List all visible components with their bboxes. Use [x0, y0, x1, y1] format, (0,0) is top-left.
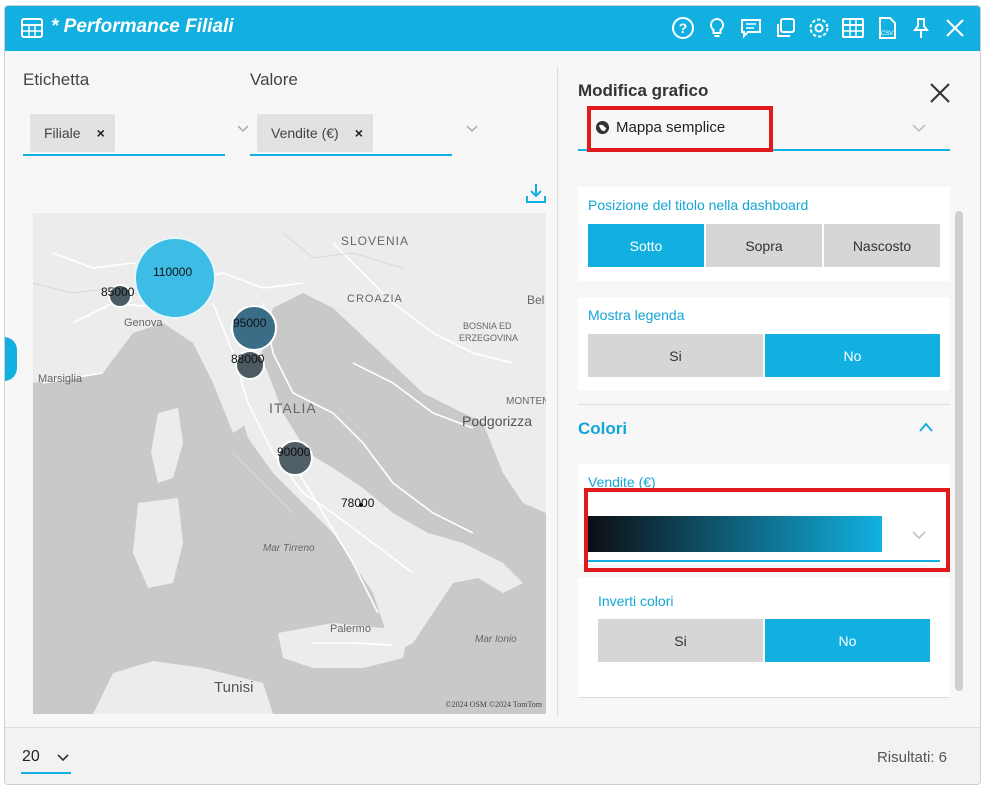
- bubble-map[interactable]: SLOVENIA CROAZIA BOSNIA ED ERZEGOVINA Ge…: [33, 213, 546, 714]
- map-label-montenegro: MONTENE: [506, 396, 546, 407]
- panel-scrollbar[interactable]: [955, 211, 963, 691]
- highlight-box: [584, 488, 950, 572]
- map-label-palermo: Palermo: [330, 623, 371, 635]
- title-position-card: Posizione del titolo nella dashboard Sot…: [578, 187, 950, 281]
- section-divider: [578, 404, 950, 405]
- gear-icon[interactable]: [806, 14, 832, 42]
- legend-yes-button[interactable]: Si: [588, 334, 763, 377]
- title-position-above-button[interactable]: Sopra: [706, 224, 822, 267]
- label-chip: Filiale ×: [30, 114, 115, 152]
- chevron-up-icon[interactable]: [918, 421, 934, 433]
- lightbulb-icon[interactable]: [704, 14, 730, 42]
- highlight-box: [587, 106, 773, 152]
- map-label-bel: Bel: [527, 293, 545, 307]
- map-label-mar-tirreno: Mar Tirreno: [263, 543, 315, 554]
- table-icon[interactable]: [840, 14, 866, 42]
- map-label-podgorizza: Podgorizza: [462, 413, 533, 429]
- section-divider: [578, 697, 950, 698]
- invert-colors-label: Inverti colori: [598, 593, 674, 609]
- panel-title: Modifica grafico: [578, 81, 709, 100]
- chevron-down-icon[interactable]: [466, 122, 478, 134]
- map-label-mar-ionio: Mar Ionio: [475, 634, 517, 645]
- value-chip: Vendite (€) ×: [257, 114, 373, 152]
- bubble-value: 90000: [277, 445, 311, 459]
- map-attribution: ©2024 OSM ©2024 TomTom: [445, 700, 542, 709]
- value-field-select[interactable]: Vendite (€) ×: [250, 106, 478, 156]
- map-label-italia: ITALIA: [269, 400, 317, 416]
- invert-colors-card: Inverti colori Si No: [578, 577, 950, 697]
- app-window: * Performance Filiali ? CSV Etichetta Fi…: [4, 5, 981, 785]
- chevron-down-icon: [57, 754, 69, 762]
- svg-text:CSV: CSV: [881, 31, 893, 37]
- bubble-value: 85000: [101, 285, 135, 299]
- footer-bar: 20 Risultati: 6: [5, 728, 980, 784]
- bubble-value: 110000: [153, 265, 193, 279]
- page-size-select[interactable]: 20: [21, 744, 71, 774]
- title-position-hidden-button[interactable]: Nascosto: [824, 224, 940, 267]
- bubble-value: 78000: [341, 496, 375, 510]
- map-label-croazia: CROAZIA: [347, 293, 403, 305]
- map-label-bosnia-2: ERZEGOVINA: [459, 333, 519, 343]
- map-label-slovenia: SLOVENIA: [341, 234, 410, 248]
- legend-label: Mostra legenda: [588, 307, 685, 323]
- map-label-marsiglia: Marsiglia: [38, 373, 83, 385]
- csv-icon[interactable]: CSV: [874, 14, 900, 42]
- label-field-title: Etichetta: [23, 70, 90, 89]
- label-chip-text: Filiale: [44, 125, 81, 141]
- bubble-value: 88000: [231, 352, 265, 366]
- invert-no-button[interactable]: No: [765, 619, 930, 662]
- title-bar: * Performance Filiali ? CSV: [5, 6, 980, 51]
- close-icon[interactable]: [928, 81, 952, 105]
- pin-icon[interactable]: [908, 14, 934, 42]
- window-title: * Performance Filiali: [51, 16, 234, 37]
- side-panel-handle[interactable]: [5, 337, 17, 381]
- invert-yes-button[interactable]: Si: [598, 619, 763, 662]
- svg-text:?: ?: [679, 20, 688, 36]
- results-count: Risultati: 6: [876, 749, 947, 766]
- value-chip-remove-button[interactable]: ×: [355, 125, 363, 141]
- help-icon[interactable]: ?: [670, 14, 696, 42]
- copy-icon[interactable]: [772, 14, 798, 42]
- map-label-genova: Genova: [124, 317, 163, 329]
- legend-card: Mostra legenda Si No: [578, 297, 950, 391]
- chevron-down-icon: [912, 124, 926, 133]
- table-app-icon: [21, 18, 43, 38]
- close-icon[interactable]: [942, 14, 968, 42]
- bubble-value: 95000: [233, 316, 267, 330]
- comment-icon[interactable]: [738, 14, 764, 42]
- colors-section-title[interactable]: Colori: [578, 419, 627, 439]
- chevron-down-icon[interactable]: [237, 122, 249, 134]
- label-chip-remove-button[interactable]: ×: [97, 125, 105, 141]
- value-chip-text: Vendite (€): [271, 125, 339, 141]
- title-position-label: Posizione del titolo nella dashboard: [588, 197, 809, 213]
- edit-chart-panel: Modifica grafico Mappa semplice Posizion…: [558, 51, 980, 727]
- map-label-tunisi: Tunisi: [214, 679, 254, 696]
- value-field-title: Valore: [250, 70, 298, 89]
- chart-area: Etichetta Filiale × Valore Vendite (€) ×: [5, 51, 557, 727]
- download-icon[interactable]: [525, 182, 547, 204]
- label-field-select[interactable]: Filiale ×: [23, 106, 249, 156]
- title-position-below-button[interactable]: Sotto: [588, 224, 704, 267]
- page-size-value: 20: [22, 748, 40, 765]
- legend-no-button[interactable]: No: [765, 334, 940, 377]
- map-label-bosnia-1: BOSNIA ED: [463, 321, 512, 331]
